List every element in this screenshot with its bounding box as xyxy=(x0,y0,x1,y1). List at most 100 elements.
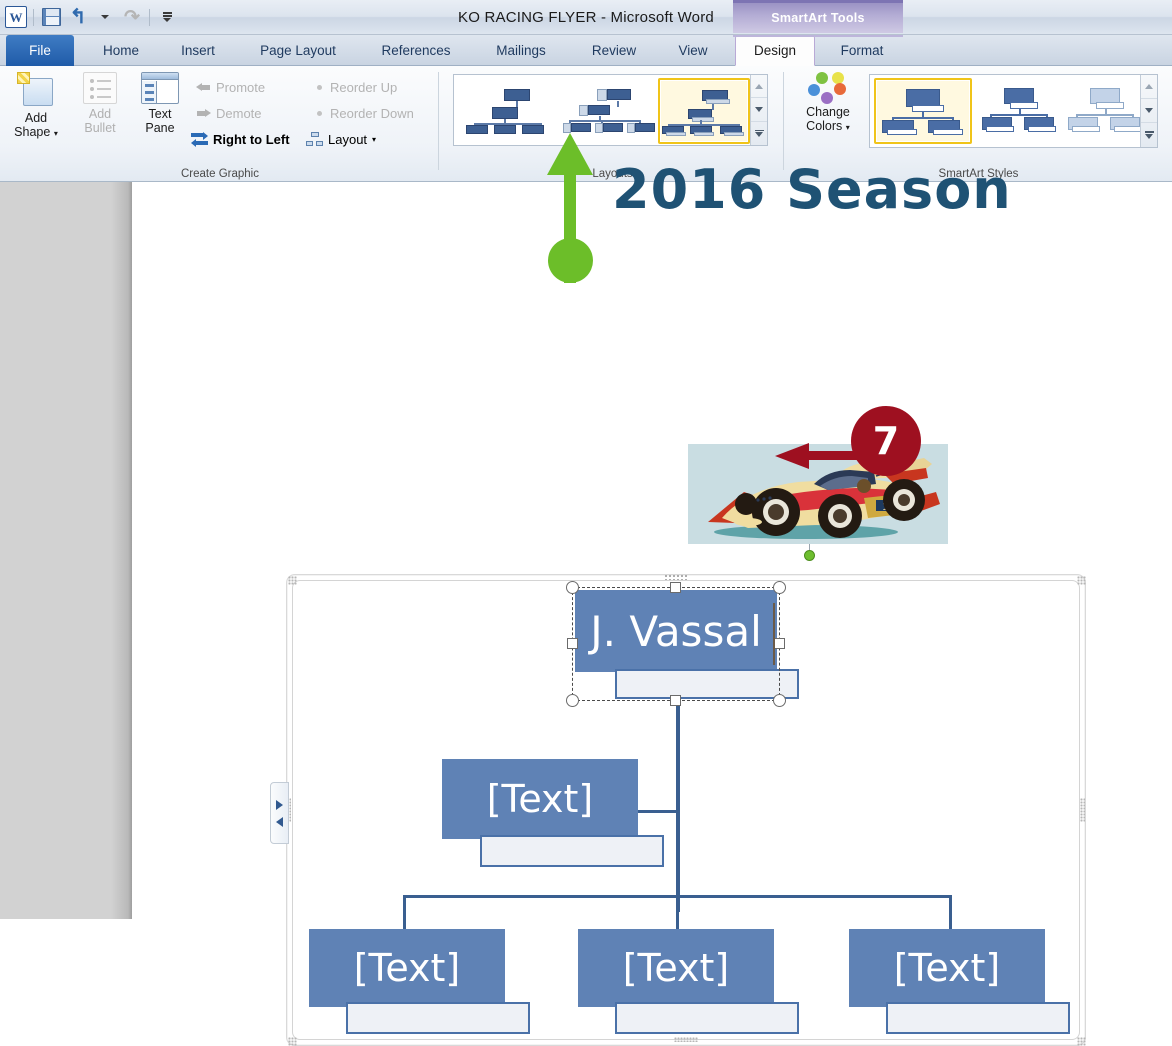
reorder-down-button[interactable]: Reorder Down xyxy=(313,102,414,124)
style-thumb-2 xyxy=(982,86,1060,134)
tab-insert[interactable]: Insert xyxy=(166,35,230,66)
node-handle-top-center[interactable] xyxy=(670,582,681,593)
add-shape-label-2: Shape xyxy=(14,125,51,139)
contextual-tab-underline xyxy=(733,35,903,37)
layout-option-1[interactable] xyxy=(464,80,554,140)
change-colors-dropdown-icon[interactable]: ▾ xyxy=(846,123,850,132)
node-handle-middle-left[interactable] xyxy=(567,638,578,649)
connector-down-left xyxy=(403,895,406,929)
tab-file[interactable]: File xyxy=(6,35,74,66)
tab-format[interactable]: Format xyxy=(822,35,902,66)
layouts-scroll-up-button[interactable] xyxy=(751,75,767,99)
tab-view[interactable]: View xyxy=(662,35,724,66)
text-pane-label-2: Pane xyxy=(145,121,175,135)
text-pane-toggle[interactable] xyxy=(270,782,289,844)
style-option-1-selected[interactable] xyxy=(874,78,972,144)
connector-down-right xyxy=(949,895,952,929)
smartart-node-assistant[interactable]: [Text] xyxy=(442,759,638,839)
step-number-label: 7 xyxy=(872,419,900,463)
smartart-styles-gallery[interactable] xyxy=(869,74,1158,148)
tab-page-layout[interactable]: Page Layout xyxy=(240,35,356,66)
smartart-node-child-3[interactable]: [Text] xyxy=(849,929,1045,1007)
layout-thumb-2 xyxy=(561,87,655,133)
add-shape-icon xyxy=(17,72,55,108)
smartart-handle-bottom-left[interactable] xyxy=(288,1037,297,1046)
layouts-gallery[interactable] xyxy=(453,74,768,146)
promote-button[interactable]: Promote xyxy=(196,76,265,98)
connector-trunk xyxy=(676,701,680,912)
add-shape-button[interactable]: Add Shape ▾ xyxy=(4,72,68,141)
layout-button[interactable]: Layout ▾ xyxy=(306,128,376,150)
smartart-node-assistant-text[interactable]: [Text] xyxy=(442,759,638,839)
layout-thumb-1 xyxy=(466,87,552,134)
styles-more-button[interactable] xyxy=(1141,123,1157,147)
style-option-2[interactable] xyxy=(978,80,1064,140)
add-shape-dropdown-icon[interactable]: ▾ xyxy=(54,129,58,138)
right-to-left-button[interactable]: Right to Left xyxy=(191,128,290,150)
layout-dropdown-icon[interactable]: ▾ xyxy=(372,135,376,144)
add-bullet-button[interactable]: Add Bullet xyxy=(68,72,132,135)
style-thumb-1 xyxy=(882,87,964,135)
ribbon-tab-strip[interactable]: File Home Insert Page Layout References … xyxy=(0,35,1172,66)
styles-gallery-scroller[interactable] xyxy=(1140,75,1157,147)
step-number-callout: 7 xyxy=(851,406,921,476)
styles-scroll-up-button[interactable] xyxy=(1141,75,1157,99)
styles-scroll-down-button[interactable] xyxy=(1141,99,1157,123)
tab-references[interactable]: References xyxy=(364,35,468,66)
change-colors-button[interactable]: Change Colors ▾ xyxy=(793,72,863,135)
add-shape-label-1: Add xyxy=(24,111,48,125)
ribbon-group-create-graphic: Add Shape ▾ Add Bullet Text Pane Promote… xyxy=(0,66,440,182)
picture-rotate-handle[interactable] xyxy=(804,550,815,561)
tab-home[interactable]: Home xyxy=(88,35,154,66)
reorder-down-icon xyxy=(313,107,325,119)
reorder-up-button[interactable]: Reorder Up xyxy=(313,76,397,98)
reorder-down-label: Reorder Down xyxy=(330,105,414,121)
group-divider-1 xyxy=(438,72,439,170)
text-pane-close-icon[interactable] xyxy=(276,816,283,827)
layouts-gallery-scroller[interactable] xyxy=(750,75,767,145)
text-pane-open-icon[interactable] xyxy=(276,799,283,810)
group-label-create-graphic: Create Graphic xyxy=(181,168,259,180)
text-pane-icon xyxy=(141,72,179,104)
document-area: 2016 Season 1 xyxy=(0,158,1172,1046)
text-pane-button[interactable]: Text Pane xyxy=(128,72,192,135)
add-bullet-icon xyxy=(83,72,117,104)
layouts-more-button[interactable] xyxy=(751,122,767,145)
layout-label: Layout xyxy=(328,131,368,147)
layouts-scroll-down-button[interactable] xyxy=(751,98,767,122)
layout-thumb-3 xyxy=(662,88,746,136)
flyer-title: 2016 Season xyxy=(612,158,1012,221)
right-to-left-icon xyxy=(191,131,208,147)
smartart-handle-top-left[interactable] xyxy=(288,576,297,585)
node-move-handle[interactable] xyxy=(664,574,688,580)
style-option-3[interactable] xyxy=(1064,80,1150,140)
style-thumb-3 xyxy=(1068,86,1146,134)
node-handle-top-left[interactable] xyxy=(566,581,579,594)
node-handle-top-right[interactable] xyxy=(773,581,786,594)
demote-button[interactable]: Demote xyxy=(196,102,262,124)
connector-to-assistant xyxy=(638,810,680,813)
node-handle-bottom-center[interactable] xyxy=(670,695,681,706)
smartart-node-child-1-text[interactable]: [Text] xyxy=(309,929,505,1007)
promote-label: Promote xyxy=(216,79,266,95)
smartart-node-child-2-text[interactable]: [Text] xyxy=(578,929,774,1007)
smartart-handle-bottom-right[interactable] xyxy=(1077,1037,1086,1046)
smartart-handle-top-right[interactable] xyxy=(1077,576,1086,585)
node-handle-middle-right[interactable] xyxy=(774,638,785,649)
tab-review[interactable]: Review xyxy=(576,35,652,66)
layout-option-3-selected[interactable] xyxy=(658,78,750,144)
tab-design[interactable]: Design xyxy=(735,35,815,66)
left-margin-shade xyxy=(0,182,132,919)
smartart-node-child-3-text[interactable]: [Text] xyxy=(849,929,1045,1007)
smartart-node-child-2[interactable]: [Text] xyxy=(578,929,774,1007)
smartart-handle-bottom[interactable] xyxy=(674,1037,698,1042)
smartart-node-child-1[interactable]: [Text] xyxy=(309,929,505,1007)
tab-mailings[interactable]: Mailings xyxy=(476,35,566,66)
node-handle-bottom-right[interactable] xyxy=(773,694,786,707)
change-colors-label-2: Colors xyxy=(806,119,843,133)
change-colors-icon xyxy=(808,72,848,104)
node-handle-bottom-left[interactable] xyxy=(566,694,579,707)
layout-option-2[interactable] xyxy=(560,80,656,140)
text-caret xyxy=(773,603,775,665)
smartart-handle-right[interactable] xyxy=(1080,798,1085,822)
